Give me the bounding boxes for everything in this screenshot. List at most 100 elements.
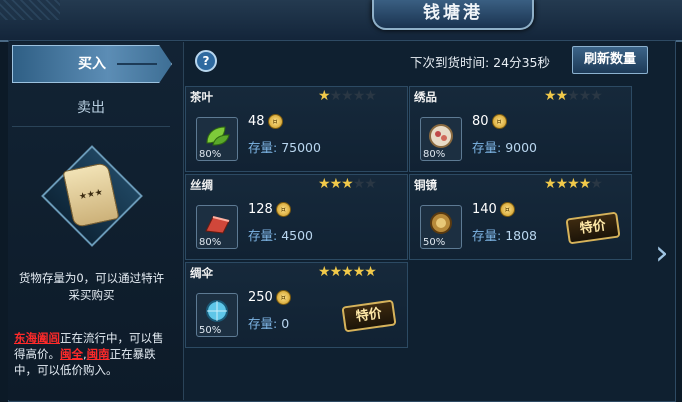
goods-card-silk[interactable]: 丝绸 ★★★★★ 80% 128 ¤ 存量: 4500 — [185, 174, 408, 260]
star-filled-icon: ★ — [578, 176, 592, 192]
star-filled-icon: ★ — [555, 176, 569, 192]
goods-name: 绣品 — [414, 90, 437, 104]
goods-icon-frame: 80% — [196, 205, 238, 249]
goods-price: 48 ¤ — [248, 114, 283, 129]
stock-value: 4500 — [281, 228, 314, 243]
star-empty-icon: ★ — [590, 176, 603, 192]
goods-stock: 存量: 4500 — [248, 225, 313, 244]
star-rating: ★★★★★ — [318, 88, 377, 104]
next-page-arrow-icon[interactable]: › — [655, 235, 675, 271]
goods-card-silk-umbrella[interactable]: 绸伞 ★★★★★ 50% 250 ¤ 存量: 0 特价 — [185, 262, 408, 348]
stock-value: 9000 — [505, 140, 538, 155]
star-filled-icon: ★ — [329, 176, 343, 192]
star-empty-icon: ★ — [352, 176, 366, 192]
tab-sell[interactable]: 卖出 — [12, 90, 170, 127]
discount-percent: 80% — [423, 149, 446, 160]
stock-label: 存量: — [472, 228, 502, 243]
goods-price: 140 ¤ — [472, 202, 515, 217]
star-rating: ★★★★★ — [544, 176, 603, 192]
restock-timer: 下次到货时间: 24分35秒 — [410, 55, 550, 70]
star-filled-icon: ★ — [544, 88, 557, 104]
star-filled-icon: ★ — [567, 176, 580, 192]
star-filled-icon: ★ — [318, 88, 331, 104]
goods-name: 丝绸 — [190, 178, 213, 192]
stock-label: 存量: — [248, 316, 278, 331]
goods-icon-frame: 50% — [196, 293, 238, 337]
price-value: 80 — [472, 114, 489, 129]
stock-value: 1808 — [505, 228, 538, 243]
star-filled-icon: ★ — [544, 176, 557, 192]
star-filled-icon: ★ — [329, 264, 343, 280]
low-price-region-link-1[interactable]: 闽全 — [60, 347, 83, 361]
silk-umbrella-icon — [206, 300, 228, 322]
price-value: 128 — [248, 202, 273, 217]
goods-name: 铜镜 — [414, 178, 437, 192]
star-rating: ★★★★★ — [544, 88, 603, 104]
star-filled-icon: ★ — [555, 88, 569, 104]
price-value: 140 — [472, 202, 497, 217]
embroidery-icon — [429, 124, 453, 148]
star-filled-icon: ★ — [341, 264, 354, 280]
goods-name: 绸伞 — [190, 266, 213, 280]
top-bar — [0, 0, 682, 42]
star-empty-icon: ★ — [567, 88, 580, 104]
star-filled-icon: ★ — [341, 176, 354, 192]
goods-icon-frame: 50% — [420, 205, 462, 249]
coin-icon: ¤ — [491, 114, 507, 129]
star-empty-icon: ★ — [364, 176, 377, 192]
stock-value: 0 — [281, 316, 290, 331]
goods-card-tea[interactable]: 茶叶 ★★★★★ 80% 48 ¤ 存量: 75000 — [185, 86, 408, 172]
silk-icon — [205, 216, 230, 234]
goods-stock: 存量: 1808 — [472, 225, 537, 244]
star-filled-icon: ★ — [318, 264, 331, 280]
stock-note: 货物存量为0，可以通过特许采买购买 — [18, 271, 165, 302]
stock-value: 75000 — [281, 140, 321, 155]
bronze-mirror-icon — [430, 212, 452, 234]
port-title: 钱塘港 — [372, 0, 534, 30]
goods-price: 128 ¤ — [248, 202, 291, 217]
goods-stock: 存量: 9000 — [472, 137, 537, 156]
goods-price: 80 ¤ — [472, 114, 507, 129]
tab-sell-label: 卖出 — [77, 100, 105, 116]
tab-ornament — [117, 63, 157, 65]
goods-price: 250 ¤ — [248, 290, 291, 305]
star-empty-icon: ★ — [329, 88, 343, 104]
goods-stock: 存量: 75000 — [248, 137, 321, 156]
star-empty-icon: ★ — [352, 88, 366, 104]
high-price-region-link[interactable]: 东海阖闾 — [14, 331, 60, 345]
star-filled-icon: ★ — [318, 176, 331, 192]
discount-percent: 80% — [199, 149, 222, 160]
coin-icon: ¤ — [275, 290, 291, 305]
star-empty-icon: ★ — [578, 88, 592, 104]
corner-ornament — [0, 0, 60, 20]
tab-buy[interactable]: 买入 — [12, 45, 172, 83]
star-rating: ★★★★★ — [318, 176, 377, 192]
star-filled-icon: ★ — [364, 264, 377, 280]
special-price-badge: 特价 — [341, 299, 397, 333]
stock-label: 存量: — [248, 140, 278, 155]
tea-leaf-icon — [206, 126, 230, 146]
coin-icon: ¤ — [267, 114, 283, 129]
discount-percent: 80% — [199, 237, 222, 248]
coin-icon: ¤ — [499, 202, 515, 217]
discount-percent: 50% — [423, 237, 446, 248]
star-filled-icon: ★ — [352, 264, 366, 280]
discount-percent: 50% — [199, 325, 222, 336]
low-price-region-link-2[interactable]: 闽南 — [87, 347, 110, 361]
goods-card-embroidery[interactable]: 绣品 ★★★★★ 80% 80 ¤ 存量: 9000 — [409, 86, 632, 172]
star-empty-icon: ★ — [364, 88, 377, 104]
goods-icon-frame: 80% — [420, 117, 462, 161]
special-price-badge: 特价 — [565, 211, 621, 245]
help-icon[interactable]: ? — [195, 50, 217, 72]
market-news: 东海阖闾正在流行中，可以售得高价。闽全,闽南正在暴跌中，可以低价购入。 — [14, 330, 174, 378]
star-rating: ★★★★★ — [318, 264, 377, 280]
goods-name: 茶叶 — [190, 90, 213, 104]
stock-label: 存量: — [248, 228, 278, 243]
star-empty-icon: ★ — [590, 88, 603, 104]
goods-icon-frame: 80% — [196, 117, 238, 161]
coin-icon: ¤ — [275, 202, 291, 217]
goods-card-bronze-mirror[interactable]: 铜镜 ★★★★★ 50% 140 ¤ 存量: 1808 特价 — [409, 174, 632, 260]
goods-stock: 存量: 0 — [248, 313, 289, 332]
stock-label: 存量: — [472, 140, 502, 155]
refresh-quantity-button[interactable]: 刷新数量 — [572, 46, 648, 74]
